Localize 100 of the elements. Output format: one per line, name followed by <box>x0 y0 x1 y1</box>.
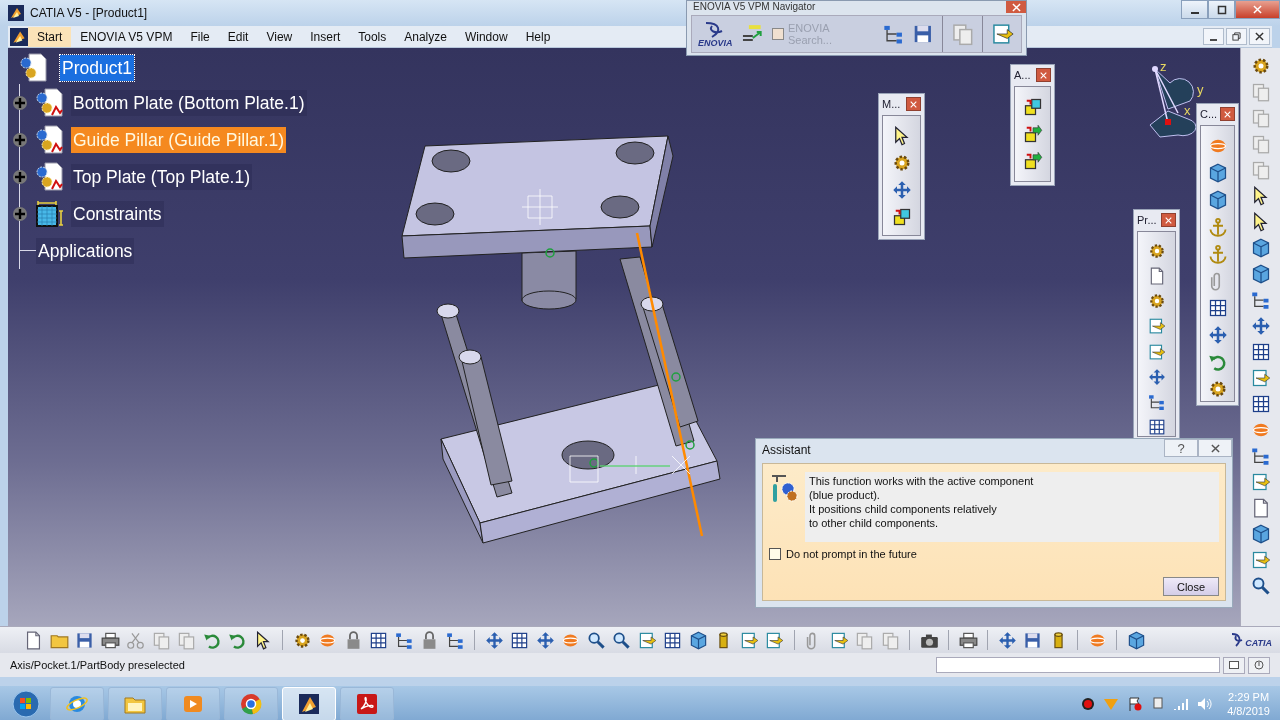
menu-item[interactable]: File <box>181 26 219 47</box>
app-icon <box>297 691 321 716</box>
magnifier-icon[interactable] <box>1250 576 1271 596</box>
tree-icon[interactable] <box>1250 290 1271 310</box>
menu-item[interactable]: ENOVIA V5 VPM <box>71 26 182 47</box>
magnifier-icon[interactable] <box>586 630 606 650</box>
menu-item[interactable]: Edit <box>218 26 258 47</box>
grid-icon[interactable] <box>1250 394 1271 414</box>
close-button[interactable] <box>1198 439 1232 457</box>
compass-drawing[interactable] <box>1149 66 1197 138</box>
app-icon[interactable] <box>10 27 28 46</box>
grid-icon[interactable] <box>1250 342 1271 362</box>
grid-icon[interactable] <box>510 630 529 650</box>
power-input-button[interactable] <box>1248 656 1270 674</box>
anchor-icon[interactable] <box>1207 244 1228 264</box>
expand-icon[interactable] <box>12 168 28 185</box>
cube-icon[interactable] <box>1250 524 1271 544</box>
browser-icon <box>239 691 263 716</box>
arrow-icon[interactable] <box>765 630 784 650</box>
part-icon <box>34 86 66 119</box>
menu-item[interactable]: Tools <box>349 26 396 47</box>
tree-icon[interactable] <box>445 630 465 650</box>
expand-icon[interactable] <box>12 205 28 222</box>
gear-icon[interactable] <box>292 630 312 650</box>
menu-item[interactable]: Window <box>455 26 517 47</box>
arrow-icon[interactable] <box>1250 472 1271 492</box>
cube-icon[interactable] <box>1126 630 1146 650</box>
expand-icon[interactable] <box>12 131 28 148</box>
parts-icon[interactable] <box>1022 151 1043 171</box>
move-icon[interactable] <box>484 630 504 650</box>
grid-icon[interactable] <box>369 630 388 650</box>
close-button[interactable] <box>906 97 921 111</box>
minimize-button[interactable] <box>1181 0 1208 19</box>
close-button[interactable] <box>1161 213 1176 227</box>
grid-icon[interactable] <box>1207 298 1228 318</box>
axis-label: z <box>1160 59 1167 74</box>
checkbox[interactable] <box>769 548 781 560</box>
parts-icon[interactable] <box>891 207 912 227</box>
arrow-icon[interactable] <box>829 630 849 650</box>
move-icon[interactable] <box>1207 325 1228 345</box>
arrow-icon[interactable] <box>1250 368 1271 388</box>
power-input-icon <box>1254 660 1264 670</box>
cube-icon[interactable] <box>688 630 708 650</box>
grid-icon[interactable] <box>663 630 682 650</box>
record-icon[interactable] <box>1081 696 1096 711</box>
flag-icon[interactable] <box>1127 695 1144 712</box>
tree-icon[interactable] <box>394 630 414 650</box>
printer-icon[interactable] <box>958 630 978 650</box>
tree-icon[interactable] <box>1250 446 1271 466</box>
tree-item[interactable]: Top Plate (Top Plate.1) <box>71 163 253 190</box>
expand-icon[interactable] <box>12 94 28 111</box>
arrow-icon[interactable] <box>1250 550 1271 570</box>
cube-icon[interactable] <box>1207 163 1228 183</box>
menu-item[interactable]: Insert <box>301 26 350 47</box>
menu-item[interactable]: Analyze <box>395 26 456 47</box>
minimize-button[interactable] <box>1203 28 1224 45</box>
floppy-icon[interactable] <box>912 23 934 45</box>
toolbar-title: M... <box>882 98 901 110</box>
tree-icon[interactable] <box>882 23 905 45</box>
window-button[interactable] <box>1223 656 1245 674</box>
move-icon[interactable] <box>891 180 912 200</box>
arrow-icon[interactable] <box>991 22 1015 46</box>
arrow-icon[interactable] <box>637 630 657 650</box>
3d-viewport[interactable] <box>8 48 1240 626</box>
cube-icon[interactable] <box>1250 264 1271 284</box>
parts-icon[interactable] <box>1022 124 1043 144</box>
anchor-icon[interactable] <box>1207 217 1228 237</box>
restore-button[interactable] <box>1226 28 1247 45</box>
printer-icon[interactable] <box>100 630 120 650</box>
move-icon[interactable] <box>535 630 555 650</box>
menu-item[interactable]: Help <box>516 26 560 47</box>
document-icon[interactable] <box>24 630 43 650</box>
floppy-icon[interactable] <box>75 630 94 650</box>
close-button[interactable] <box>1220 107 1235 121</box>
arrow-icon[interactable] <box>739 630 759 650</box>
close-button[interactable] <box>1036 68 1051 82</box>
close-button[interactable] <box>1249 28 1270 45</box>
assembly-drawing[interactable] <box>401 135 721 544</box>
tree-item[interactable]: Product1 <box>60 55 135 81</box>
close-icon <box>910 100 917 108</box>
move-icon[interactable] <box>1250 316 1271 336</box>
tree-item[interactable]: Applications <box>36 237 135 264</box>
tree-item[interactable]: Constraints <box>71 200 164 227</box>
menu-item[interactable]: Start <box>28 26 72 47</box>
floppy-icon[interactable] <box>1023 630 1042 650</box>
cube-icon[interactable] <box>1207 190 1228 210</box>
parts-icon[interactable] <box>1022 97 1043 117</box>
close-icon <box>1210 443 1220 453</box>
checkbox-label[interactable]: Do not prompt in the future <box>786 548 917 560</box>
tree-icon[interactable] <box>1146 392 1167 411</box>
menu-item[interactable]: View <box>257 26 302 47</box>
maximize-button[interactable] <box>1208 0 1235 19</box>
connect-icon[interactable] <box>740 24 765 44</box>
move-icon[interactable] <box>997 630 1017 650</box>
tree-item[interactable]: Bottom Plate (Bottom Plate.1) <box>71 89 307 116</box>
command-field[interactable] <box>936 657 1220 673</box>
close-button[interactable]: Close <box>1163 577 1219 596</box>
help-button[interactable]: ? <box>1164 439 1198 457</box>
magnifier-icon[interactable] <box>612 630 631 650</box>
cube-icon[interactable] <box>1250 238 1271 258</box>
